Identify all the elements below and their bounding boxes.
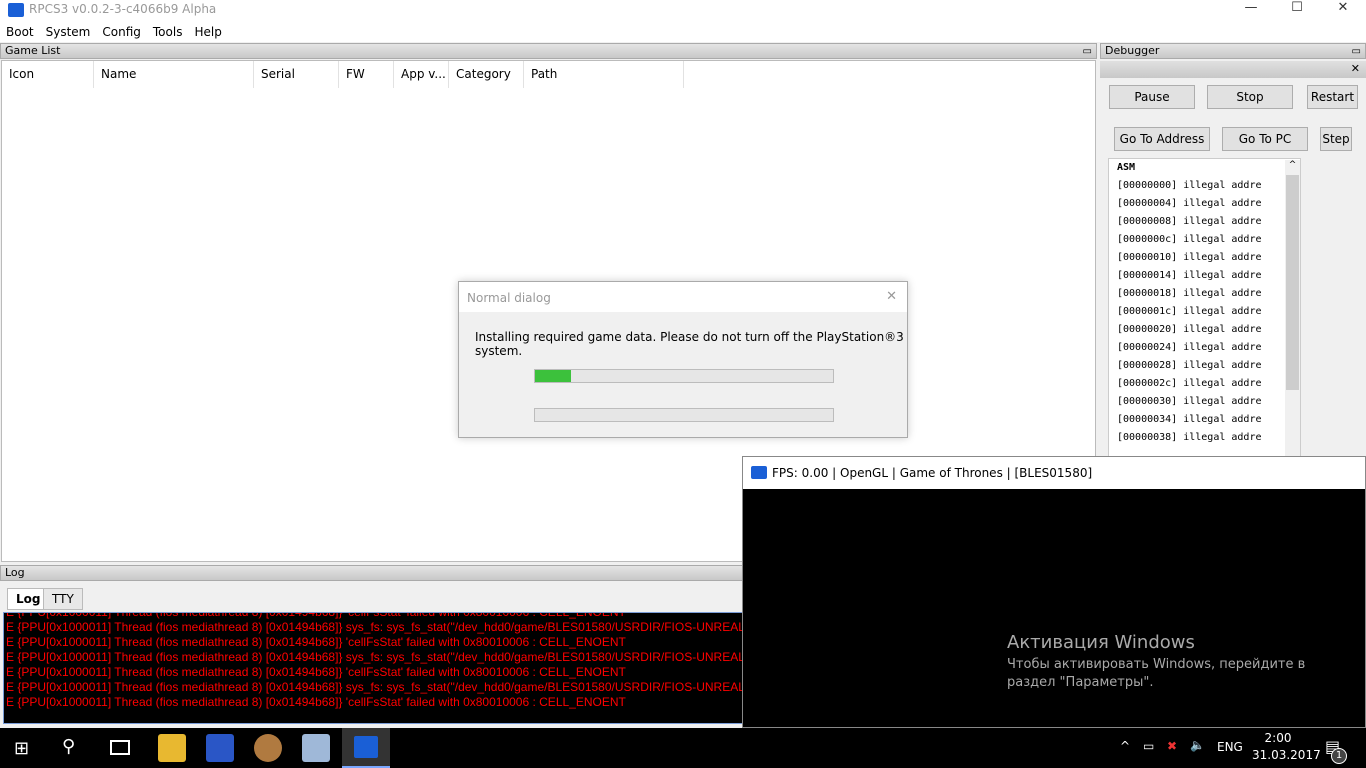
go-to-pc-button[interactable]: Go To PC xyxy=(1222,127,1308,151)
asm-row[interactable]: [00000024] illegal addre xyxy=(1109,339,1300,357)
column-serial[interactable]: Serial xyxy=(254,61,339,88)
log-title: Log xyxy=(0,565,745,581)
dialog-title-text: Normal dialog xyxy=(467,291,551,305)
log-line: E {PPU[0x1000011] Thread (fios mediathre… xyxy=(6,665,626,679)
asm-row[interactable]: [00000034] illegal addre xyxy=(1109,411,1300,429)
log-line: E {PPU[0x1000011] Thread (fios mediathre… xyxy=(6,680,743,694)
debugger-title: Debugger ▭ xyxy=(1100,43,1366,59)
task-view-icon[interactable] xyxy=(110,740,130,755)
stop-button[interactable]: Stop xyxy=(1207,85,1293,109)
asm-row[interactable]: [00000000] illegal addre xyxy=(1109,177,1300,195)
progress-bar-2 xyxy=(534,408,834,422)
menu-config[interactable]: Config xyxy=(96,22,147,42)
close-icon[interactable]: ✕ xyxy=(1351,62,1360,75)
rpcs3-logo-icon xyxy=(8,3,24,17)
pause-button[interactable]: Pause xyxy=(1109,85,1195,109)
notification-badge: 1 xyxy=(1331,748,1347,764)
asm-row[interactable]: [00000038] illegal addre xyxy=(1109,429,1300,447)
window-title: RPCS3 v0.0.2-3-c4066b9 Alpha xyxy=(29,2,217,16)
asm-row[interactable]: [00000004] illegal addre xyxy=(1109,195,1300,213)
debugger-subtitle: ✕ xyxy=(1100,61,1366,78)
log-line: E {PPU[0x1000011] Thread (fios mediathre… xyxy=(6,635,626,649)
dock-title-text: Debugger xyxy=(1105,44,1160,57)
menu-tools[interactable]: Tools xyxy=(147,22,189,42)
game-window-title: FPS: 0.00 | OpenGL | Game of Thrones | [… xyxy=(743,457,1365,489)
asm-scrollbar[interactable]: ^ xyxy=(1285,160,1300,458)
asm-row[interactable]: [00000030] illegal addre xyxy=(1109,393,1300,411)
time: 2:00 xyxy=(1264,731,1292,745)
show-hidden-icons[interactable]: ^ xyxy=(1120,739,1130,753)
asm-row[interactable]: [00000010] illegal addre xyxy=(1109,249,1300,267)
asm-row[interactable]: [0000001c] illegal addre xyxy=(1109,303,1300,321)
file-explorer-icon[interactable] xyxy=(158,734,186,762)
column-path[interactable]: Path xyxy=(524,61,684,88)
column-name[interactable]: Name xyxy=(94,61,254,88)
dialog-title: Normal dialog ✕ xyxy=(459,282,907,312)
close-button[interactable]: ✕ xyxy=(1320,0,1366,22)
activation-title: Активация Windows xyxy=(1007,632,1195,653)
column-fw[interactable]: FW xyxy=(339,61,394,88)
game-window-title-text: FPS: 0.00 | OpenGL | Game of Thrones | [… xyxy=(772,466,1093,480)
rpcs3-logo-icon xyxy=(354,736,378,758)
column-icon[interactable]: Icon xyxy=(2,61,94,88)
paint-icon[interactable] xyxy=(254,734,282,762)
asm-row[interactable]: [0000002c] illegal addre xyxy=(1109,375,1300,393)
taskbar: ⊞ ⚲ ^ ▭ ✖ 🔈 ENG 2:00 31.03.2017 ▤ 1 xyxy=(0,728,1366,768)
log-line: E {PPU[0x1000011] Thread (fios mediathre… xyxy=(6,612,626,619)
rpcs3-logo-icon xyxy=(751,466,767,479)
asm-row[interactable]: [00000018] illegal addre xyxy=(1109,285,1300,303)
asm-row[interactable]: [0000000c] illegal addre xyxy=(1109,231,1300,249)
windows-activation-watermark: Активация Windows Чтобы активировать Win… xyxy=(1007,632,1305,690)
minimize-button[interactable]: — xyxy=(1228,0,1274,22)
battery-icon[interactable]: ▭ xyxy=(1143,739,1154,753)
asm-view[interactable]: ASM [00000000] illegal addre [00000004] i… xyxy=(1108,158,1301,458)
normal-dialog: Normal dialog ✕ Installing required game … xyxy=(458,281,908,438)
log-line: E {PPU[0x1000011] Thread (fios mediathre… xyxy=(6,620,743,634)
asm-row[interactable]: [00000008] illegal addre xyxy=(1109,213,1300,231)
restart-button[interactable]: Restart xyxy=(1307,85,1358,109)
log-output[interactable]: E {PPU[0x1000011] Thread (fios mediathre… xyxy=(3,612,743,724)
log-line: E {PPU[0x1000011] Thread (fios mediathre… xyxy=(6,650,743,664)
tab-tty[interactable]: TTY xyxy=(43,588,83,610)
search-icon[interactable]: ⚲ xyxy=(62,736,75,757)
menu-boot[interactable]: Boot xyxy=(0,22,40,42)
clock[interactable]: 2:00 31.03.2017 xyxy=(1252,731,1321,762)
progress-bar-1 xyxy=(534,369,834,383)
menu-system[interactable]: System xyxy=(40,22,97,42)
start-windows-icon[interactable]: ⊞ xyxy=(14,738,29,759)
volume-icon[interactable]: 🔈 xyxy=(1190,738,1205,752)
go-to-address-button[interactable]: Go To Address xyxy=(1114,127,1210,151)
asm-header: ASM xyxy=(1117,162,1136,173)
save-app-icon[interactable] xyxy=(206,734,234,762)
step-button[interactable]: Step xyxy=(1320,127,1352,151)
float-icon[interactable]: ▭ xyxy=(1352,45,1361,59)
float-icon[interactable]: ▭ xyxy=(1083,45,1092,59)
date: 31.03.2017 xyxy=(1252,748,1321,762)
dialog-close-icon[interactable]: ✕ xyxy=(886,289,897,304)
column-app-version[interactable]: App v... xyxy=(394,61,449,88)
menu-bar: Boot System Config Tools Help xyxy=(0,22,1366,42)
asm-row[interactable]: [00000028] illegal addre xyxy=(1109,357,1300,375)
rpcs3-taskbar-button[interactable] xyxy=(342,728,390,768)
network-disconnected-icon[interactable]: ✖ xyxy=(1167,739,1177,753)
asm-row[interactable]: [00000020] illegal addre xyxy=(1109,321,1300,339)
app-icon[interactable] xyxy=(302,734,330,762)
log-line: E {PPU[0x1000011] Thread (fios mediathre… xyxy=(6,695,626,709)
menu-help[interactable]: Help xyxy=(188,22,227,42)
language-indicator[interactable]: ENG xyxy=(1217,740,1243,754)
asm-row[interactable]: [00000014] illegal addre xyxy=(1109,267,1300,285)
title-bar: RPCS3 v0.0.2-3-c4066b9 Alpha — ☐ ✕ xyxy=(0,0,1366,22)
column-category[interactable]: Category xyxy=(449,61,524,88)
scroll-thumb[interactable] xyxy=(1286,175,1299,390)
scroll-up-icon[interactable]: ^ xyxy=(1285,160,1300,175)
dialog-message: Installing required game data. Please do… xyxy=(475,330,904,358)
progress-fill xyxy=(535,370,571,382)
game-list-title: Game List ▭ xyxy=(0,43,1097,59)
maximize-button[interactable]: ☐ xyxy=(1274,0,1320,22)
activation-line1: Чтобы активировать Windows, перейдите в xyxy=(1007,657,1306,672)
dock-title-text: Game List xyxy=(5,44,61,57)
activation-line2: раздел "Параметры". xyxy=(1007,675,1154,690)
